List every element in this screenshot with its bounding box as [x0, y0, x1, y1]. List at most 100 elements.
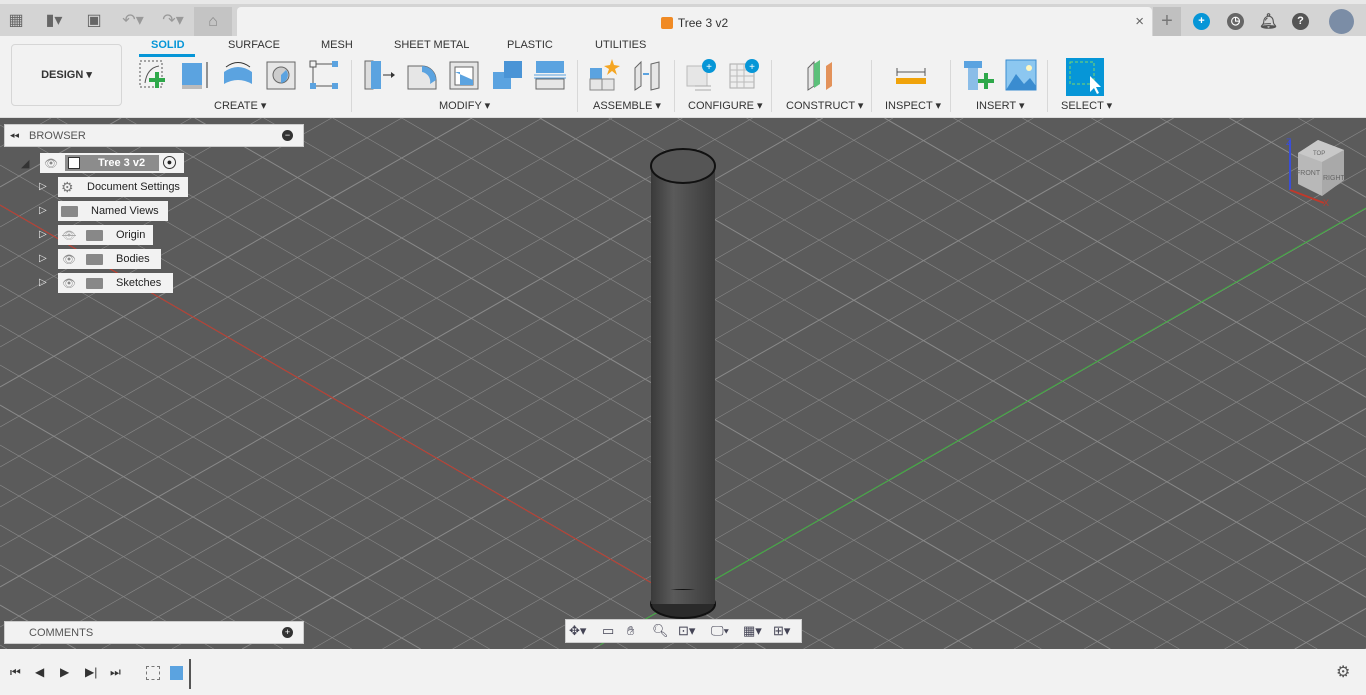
play-icon[interactable]: ▶	[60, 665, 69, 679]
tree-root[interactable]: 👁︎ Tree 3 v2 ●	[40, 153, 184, 173]
insert-canvas-icon[interactable]	[1004, 58, 1038, 92]
design-file-icon	[660, 17, 673, 29]
fillet-icon[interactable]	[405, 58, 439, 92]
step-back-icon[interactable]: ◀	[35, 665, 44, 679]
pan-icon[interactable]: ✋︎	[627, 623, 634, 639]
timeline-settings-gear-icon[interactable]: ⚙	[1336, 662, 1350, 682]
go-to-end-icon[interactable]: ⏭	[110, 665, 121, 680]
add-comment-icon[interactable]: +	[282, 627, 293, 638]
tree-item-bodies[interactable]: 👁︎ Bodies	[58, 249, 161, 269]
go-to-start-icon[interactable]: ⏮	[10, 665, 21, 680]
minimize-icon[interactable]: −	[282, 130, 293, 141]
new-tab-button[interactable]: +	[1153, 7, 1181, 38]
fit-zoom-window-icon[interactable]: ⊡▾	[678, 623, 695, 639]
orbit-icon[interactable]: ✥▾	[569, 623, 586, 639]
grid-line	[1084, 488, 1366, 649]
expand-icon[interactable]: ▷	[39, 181, 48, 193]
extensions-icon[interactable]: +	[1193, 13, 1210, 30]
viewcube-right-face[interactable]: RIGHT	[1323, 175, 1346, 182]
root-label: Tree 3 v2	[98, 157, 146, 169]
configure-icon[interactable]: +	[685, 58, 719, 92]
configuration-table-icon[interactable]: +	[728, 58, 762, 92]
pattern-icon[interactable]	[307, 58, 341, 92]
tree-item-document-settings[interactable]: ⚙ Document Settings	[58, 177, 188, 197]
document-tab[interactable]: Tree 3 v2 ×	[237, 7, 1152, 38]
construct-menu[interactable]: CONSTRUCT ▾	[786, 99, 863, 112]
look-at-icon[interactable]: ▭	[602, 623, 614, 639]
grid-line	[746, 118, 1366, 478]
new-component-icon[interactable]	[588, 58, 622, 92]
redo-icon[interactable]: ↷▾	[157, 10, 189, 32]
create-menu[interactable]: CREATE ▾	[214, 99, 266, 112]
display-settings-icon[interactable]: 🖵▾	[711, 623, 729, 639]
notifications-icon[interactable]: 🔔︎	[1259, 13, 1278, 30]
expand-icon[interactable]: ▷	[39, 205, 48, 217]
divider	[577, 60, 578, 112]
offset-plane-icon[interactable]	[804, 58, 838, 92]
save-icon[interactable]: ▣	[83, 10, 105, 32]
viewports-icon[interactable]: ⊞▾	[773, 623, 790, 639]
revolve-icon[interactable]	[221, 58, 255, 92]
user-avatar[interactable]	[1329, 9, 1354, 34]
assemble-menu[interactable]: ASSEMBLE ▾	[593, 99, 661, 112]
extrude-icon[interactable]	[179, 58, 213, 92]
grid-line	[663, 248, 1366, 649]
tab-plastic[interactable]: PLASTIC	[507, 39, 553, 51]
tab-solid[interactable]: SOLID	[151, 39, 185, 51]
grid-line	[815, 118, 1366, 438]
viewcube-front-face[interactable]: FRONT	[1296, 170, 1321, 177]
create-sketch-icon[interactable]	[137, 58, 171, 92]
activate-radio-icon[interactable]: ●	[163, 156, 176, 169]
collapse-root-icon[interactable]: ◢	[21, 157, 29, 170]
collapse-panel-icon[interactable]: ◂◂	[10, 130, 19, 141]
tab-mesh[interactable]: MESH	[321, 39, 353, 51]
timeline-extrude-feature[interactable]	[170, 666, 183, 680]
visibility-eye-icon[interactable]: 👁︎	[62, 253, 77, 266]
viewcube-top-face[interactable]: TOP	[1313, 151, 1325, 157]
undo-icon[interactable]: ↶▾	[117, 10, 149, 32]
offset-face-icon[interactable]	[533, 58, 567, 92]
file-menu-icon[interactable]: ▮▾	[38, 10, 70, 32]
app-grid-icon[interactable]: ▦	[5, 10, 27, 32]
expand-icon[interactable]: ▷	[39, 229, 48, 241]
insert-menu[interactable]: INSERT ▾	[976, 99, 1025, 112]
tree-item-named-views[interactable]: Named Views	[58, 201, 168, 221]
document-title: Tree 3 v2	[677, 16, 729, 30]
tree-item-origin[interactable]: 👁︎ Origin	[58, 225, 153, 245]
close-tab-button[interactable]: ×	[1135, 13, 1144, 30]
select-icon[interactable]	[1066, 58, 1104, 96]
comments-panel-header[interactable]: COMMENTS +	[4, 621, 304, 644]
modify-menu[interactable]: MODIFY ▾	[439, 99, 490, 112]
insert-mcmaster-icon[interactable]	[962, 58, 996, 92]
home-button[interactable]: ⌂	[194, 7, 232, 36]
grid-settings-icon[interactable]: ▦▾	[743, 623, 762, 639]
help-icon[interactable]: ?	[1292, 13, 1309, 30]
configure-menu[interactable]: CONFIGURE ▾	[688, 99, 763, 112]
tab-surface[interactable]: SURFACE	[228, 39, 280, 51]
step-forward-icon[interactable]: ▶|	[85, 665, 97, 679]
3d-viewport[interactable]: Z X TOP FRONT RIGHT	[0, 118, 1366, 649]
inspect-menu[interactable]: INSPECT ▾	[885, 99, 941, 112]
expand-icon[interactable]: ▷	[39, 277, 48, 289]
visibility-hidden-icon[interactable]: 👁︎	[62, 229, 77, 242]
visibility-eye-icon[interactable]: 👁︎	[44, 157, 59, 170]
zoom-icon[interactable]: 🔍︎	[652, 623, 669, 639]
measure-icon[interactable]	[894, 58, 928, 92]
select-menu[interactable]: SELECT ▾	[1061, 99, 1112, 112]
visibility-eye-icon[interactable]: 👁︎	[62, 277, 77, 290]
timeline-sketch-feature[interactable]	[146, 666, 160, 680]
expand-icon[interactable]: ▷	[39, 253, 48, 265]
combine-icon[interactable]	[490, 58, 524, 92]
workspace-switcher[interactable]: DESIGN ▾	[11, 44, 122, 106]
job-status-icon[interactable]: ◷	[1227, 13, 1244, 30]
browser-panel-header[interactable]: ◂◂ BROWSER −	[4, 124, 304, 147]
joint-icon[interactable]	[631, 58, 665, 92]
tab-sheet-metal[interactable]: SHEET METAL	[394, 39, 469, 51]
cylinder-body[interactable]	[650, 148, 716, 619]
timeline-marker[interactable]	[189, 659, 191, 689]
hole-icon[interactable]	[264, 58, 298, 92]
press-pull-icon[interactable]	[363, 58, 397, 92]
tree-item-sketches[interactable]: 👁︎ Sketches	[58, 273, 173, 293]
shell-icon[interactable]	[447, 58, 481, 92]
tab-utilities[interactable]: UTILITIES	[595, 39, 646, 51]
